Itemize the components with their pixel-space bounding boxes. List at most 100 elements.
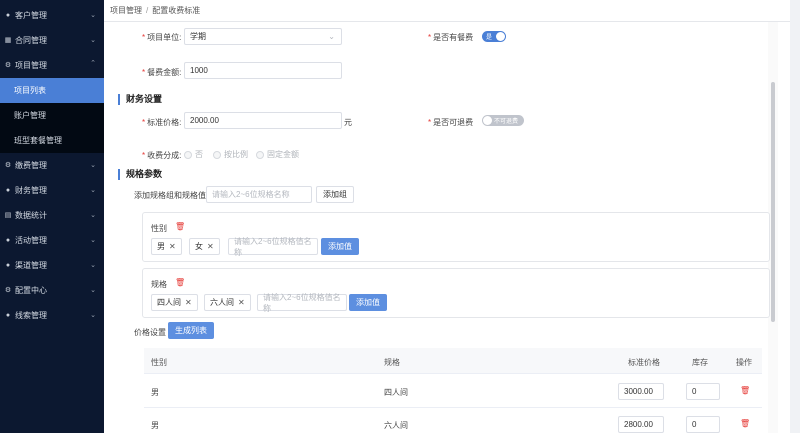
sidebar-subitem-label: 项目列表 bbox=[14, 86, 46, 95]
meal-amount-label: * 餐费金额: bbox=[142, 68, 182, 77]
refund-toggle[interactable]: 不可退费 bbox=[482, 115, 524, 126]
tag-label: 四人间 bbox=[157, 298, 181, 307]
add-spec-input[interactable]: 请输入2~6位规格名称 bbox=[206, 186, 312, 203]
price-input[interactable]: 2800.00 bbox=[618, 416, 664, 433]
split-label: * 收费分成: bbox=[142, 151, 182, 160]
close-icon[interactable]: ✕ bbox=[238, 298, 245, 307]
sidebar-subitem-project-list[interactable]: 项目列表 bbox=[0, 78, 104, 103]
refund-toggle-text: 不可退费 bbox=[494, 119, 519, 125]
sidebar-item-channel[interactable]: ● 渠道管理 ⌄ bbox=[0, 253, 104, 278]
column-header-spec: 规格 bbox=[384, 358, 400, 367]
stock-value: 0 bbox=[692, 420, 697, 429]
add-value-button[interactable]: 添加值 bbox=[349, 294, 387, 311]
sidebar-item-customer[interactable]: ● 客户管理 ⌄ bbox=[0, 3, 104, 28]
sidebar-item-label: 财务管理 bbox=[15, 186, 47, 195]
std-price-input[interactable]: 2000.00 bbox=[184, 112, 342, 129]
sidebar-item-project[interactable]: ⚙ 项目管理 ⌃ bbox=[0, 53, 104, 78]
sidebar-item-label: 渠道管理 bbox=[15, 261, 47, 270]
user-icon: ● bbox=[5, 311, 11, 319]
user-icon: ● bbox=[5, 186, 11, 194]
finance-section-title: 财务设置 bbox=[118, 94, 162, 105]
radio-dot bbox=[256, 150, 264, 159]
meal-label: * 是否有餐费 bbox=[428, 33, 474, 42]
column-header-stock: 库存 bbox=[692, 358, 708, 367]
breadcrumb-item-current: 配置收费标准 bbox=[152, 6, 201, 15]
spec-value-tag: 女 ✕ bbox=[189, 238, 220, 255]
add-group-button[interactable]: 添加组 bbox=[316, 186, 354, 203]
spec-group-card: 规格 🗑 四人间 ✕ 六人间 ✕ 请输入2~6位规格值名称 添加值 bbox=[142, 268, 770, 318]
spec-group-name: 规格 bbox=[151, 280, 167, 289]
price-input[interactable]: 3000.00 bbox=[618, 383, 664, 400]
table-row: 男 六人间 2800.00 0 🗑 bbox=[144, 408, 762, 433]
spec-group-card: 性别 🗑 男 ✕ 女 ✕ 请输入2~6位规格值名称 添加值 bbox=[142, 212, 770, 262]
sidebar-item-label: 线索管理 bbox=[15, 311, 47, 320]
spec-value-placeholder: 请输入2~6位规格值名称 bbox=[263, 292, 341, 313]
column-header-price: 标准价格 bbox=[628, 358, 660, 367]
spec-value-tag: 六人间 ✕ bbox=[204, 294, 251, 311]
cell-spec: 四人间 bbox=[384, 388, 408, 397]
split-radio-fixed[interactable]: 固定金额 bbox=[256, 149, 299, 160]
generate-list-button[interactable]: 生成列表 bbox=[168, 322, 214, 339]
sidebar-item-label: 配置中心 bbox=[15, 286, 47, 295]
spec-value-input[interactable]: 请输入2~6位规格值名称 bbox=[228, 236, 318, 257]
price-value: 3000.00 bbox=[624, 387, 653, 396]
stock-input[interactable]: 0 bbox=[686, 383, 720, 400]
unit-select[interactable]: 学期 ⌄ bbox=[184, 28, 342, 45]
gear-icon: ⚙ bbox=[4, 286, 12, 294]
std-price-value: 2000.00 bbox=[190, 116, 219, 125]
spec-section-title: 规格参数 bbox=[118, 169, 162, 180]
sidebar-item-payment[interactable]: ⚙ 缴费管理 ⌄ bbox=[0, 153, 104, 178]
sidebar-item-label: 项目管理 bbox=[15, 61, 47, 70]
close-icon[interactable]: ✕ bbox=[169, 242, 176, 251]
tag-label: 男 bbox=[157, 242, 165, 251]
sidebar-item-label: 数据统计 bbox=[15, 211, 47, 220]
sidebar-item-label: 缴费管理 bbox=[15, 161, 47, 170]
trash-icon[interactable]: 🗑 bbox=[740, 419, 750, 428]
spec-value-input[interactable]: 请输入2~6位规格值名称 bbox=[257, 292, 347, 313]
meal-toggle[interactable]: 是 bbox=[482, 31, 506, 42]
sidebar-subitem-account[interactable]: 账户管理 bbox=[0, 103, 104, 128]
tag-label: 六人间 bbox=[210, 298, 234, 307]
chevron-up-icon: ⌃ bbox=[90, 60, 96, 67]
spec-group-name: 性别 bbox=[151, 224, 167, 233]
unit-label: * 项目单位: bbox=[142, 33, 182, 42]
chevron-down-icon: ⌄ bbox=[90, 187, 96, 194]
sidebar-item-label: 合同管理 bbox=[15, 36, 47, 45]
sidebar-subitem-class-package[interactable]: 班型套餐管理 bbox=[0, 128, 104, 153]
unit-select-value: 学期 bbox=[190, 32, 206, 41]
chevron-down-icon: ⌄ bbox=[90, 162, 96, 169]
column-header-action: 操作 bbox=[736, 358, 752, 367]
trash-icon[interactable]: 🗑 bbox=[175, 278, 185, 287]
split-radio-no[interactable]: 否 bbox=[184, 149, 203, 160]
sidebar-item-label: 活动管理 bbox=[15, 236, 47, 245]
sidebar-item-statistics[interactable]: ▤ 数据统计 ⌄ bbox=[0, 203, 104, 228]
close-icon[interactable]: ✕ bbox=[207, 242, 214, 251]
chevron-down-icon: ⌄ bbox=[90, 12, 96, 19]
sidebar-item-activity[interactable]: ● 活动管理 ⌄ bbox=[0, 228, 104, 253]
std-price-label: * 标准价格: bbox=[142, 118, 182, 127]
chevron-down-icon: ⌄ bbox=[90, 37, 96, 44]
meal-amount-input[interactable]: 1000 bbox=[184, 62, 342, 79]
spec-value-tag: 四人间 ✕ bbox=[151, 294, 198, 311]
trash-icon[interactable]: 🗑 bbox=[175, 222, 185, 231]
sidebar-item-config[interactable]: ⚙ 配置中心 ⌄ bbox=[0, 278, 104, 303]
split-radio-ratio[interactable]: 按比例 bbox=[213, 149, 248, 160]
sidebar-item-finance[interactable]: ● 财务管理 ⌄ bbox=[0, 178, 104, 203]
spec-value-placeholder: 请输入2~6位规格值名称 bbox=[234, 236, 312, 257]
close-icon[interactable]: ✕ bbox=[185, 298, 192, 307]
gear-icon: ⚙ bbox=[4, 161, 12, 169]
trash-icon[interactable]: 🗑 bbox=[740, 386, 750, 395]
toggle-knob bbox=[496, 32, 505, 41]
user-icon: ● bbox=[5, 236, 11, 244]
chevron-down-icon: ⌄ bbox=[328, 32, 335, 41]
sidebar-item-contract[interactable]: ▦ 合同管理 ⌄ bbox=[0, 28, 104, 53]
contract-icon: ▦ bbox=[4, 36, 12, 44]
price-value: 2800.00 bbox=[624, 420, 653, 429]
breadcrumb-item-project[interactable]: 项目管理 bbox=[110, 5, 142, 16]
add-value-button[interactable]: 添加值 bbox=[321, 238, 359, 255]
sidebar-subitem-label: 班型套餐管理 bbox=[14, 136, 62, 145]
chevron-down-icon: ⌄ bbox=[90, 287, 96, 294]
radio-label: 否 bbox=[195, 150, 203, 159]
stock-input[interactable]: 0 bbox=[686, 416, 720, 433]
sidebar-item-leads[interactable]: ● 线索管理 ⌄ bbox=[0, 303, 104, 328]
